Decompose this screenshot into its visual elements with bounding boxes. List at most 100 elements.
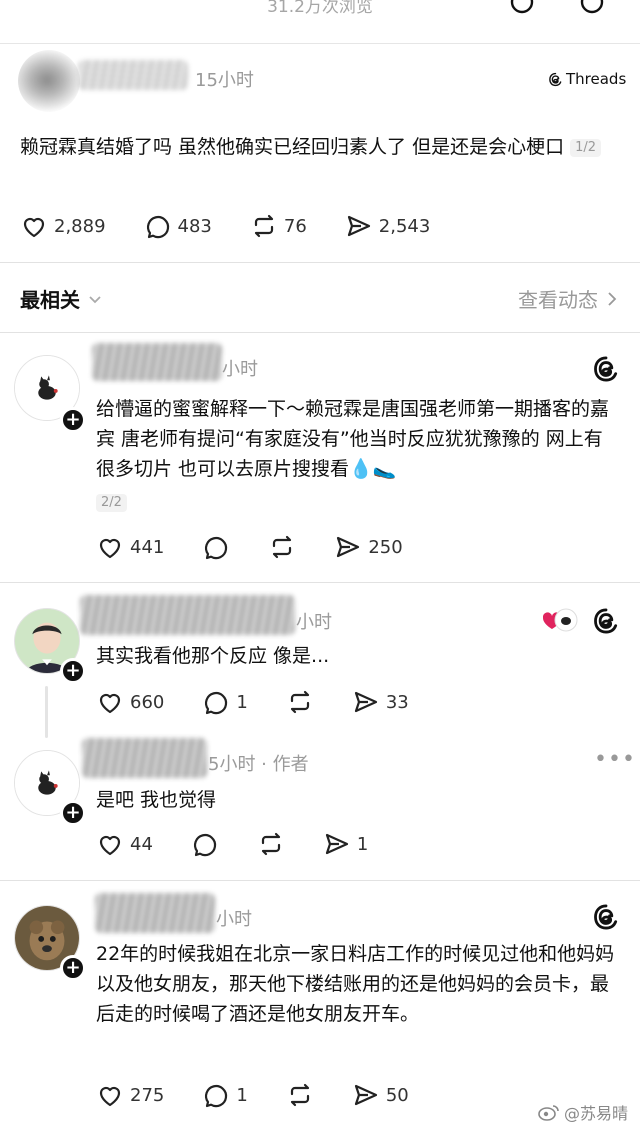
threads-source[interactable]: Threads (548, 70, 626, 88)
comment-count: 1 (236, 1084, 248, 1106)
weibo-logo-icon (538, 1105, 559, 1121)
top-bar: 31.2万次浏览 (0, 0, 640, 44)
threads-logo-icon (549, 72, 562, 86)
reply-actions: 441 250 (96, 533, 403, 561)
more-icon[interactable] (578, 0, 606, 16)
like-count: 275 (130, 1084, 165, 1106)
repost-button[interactable] (268, 533, 296, 561)
post-actions: 2,889 483 76 2,543 (20, 212, 430, 240)
red-heart-icon (542, 608, 578, 632)
reply-text: 给懵逼的蜜蜜解释一下～赖冠霖是唐国强老师第一期播客的嘉宾 唐老师有提问“有家庭没… (96, 394, 616, 514)
comment-count: 1 (236, 691, 248, 713)
divider (0, 262, 640, 263)
reply-time: 5小时 · 作者 (208, 754, 309, 775)
comment-icon (146, 216, 169, 239)
send-icon (337, 536, 360, 558)
reply-time: 小时 (296, 612, 332, 633)
comment-icon (205, 1085, 228, 1108)
share-count: 50 (385, 1084, 409, 1106)
heart-icon (99, 693, 121, 714)
like-button[interactable]: 275 (96, 1081, 164, 1109)
send-icon (354, 691, 377, 713)
threads-logo-icon[interactable] (592, 355, 620, 383)
heart-icon (99, 1086, 121, 1107)
reply-time: 小时 (222, 359, 258, 380)
sort-dropdown[interactable]: 最相关 (20, 284, 104, 313)
comment-count: 483 (177, 215, 212, 237)
weibo-watermark: @苏易晴 (538, 1100, 628, 1124)
share-button[interactable]: 250 (334, 533, 403, 561)
reply-actions: 275 1 50 (96, 1081, 409, 1109)
like-button[interactable]: 44 (96, 830, 153, 858)
share-count: 1 (356, 833, 369, 855)
repost-icon (273, 535, 292, 559)
heart-icon (23, 217, 45, 238)
divider (0, 880, 640, 881)
comment-icon (193, 834, 217, 857)
threads-label: Threads (566, 70, 627, 88)
like-button[interactable]: 660 (96, 688, 164, 716)
like-count: 660 (130, 691, 165, 713)
author-avatar[interactable] (18, 50, 80, 112)
share-count: 2,543 (378, 215, 431, 237)
repost-icon (261, 832, 281, 856)
repost-icon (254, 214, 273, 238)
reply-text: 其实我看他那个反应 像是... (96, 645, 330, 667)
share-button[interactable]: 1 (323, 830, 368, 858)
post-text: 赖冠霖真结婚了吗 虽然他确实已经回归素人了 但是还是会心梗口 1/2 (20, 132, 620, 162)
send-icon (347, 215, 370, 237)
follow-plus-button[interactable]: + (60, 658, 86, 684)
follow-plus-button[interactable]: + (60, 955, 86, 981)
like-count: 44 (130, 833, 153, 855)
chevron-right-icon (608, 291, 617, 306)
comment-button[interactable]: 483 (144, 212, 212, 240)
divider (0, 582, 640, 583)
comment-icon (205, 692, 228, 715)
threads-logo-icon[interactable] (592, 607, 620, 635)
sort-bar: 最相关 查看动态 (0, 270, 640, 326)
view-activity-label: 查看动态 (518, 288, 598, 312)
follow-plus-button[interactable]: + (60, 407, 86, 433)
chevron-down-icon (89, 295, 101, 303)
blurred-username (95, 893, 215, 933)
comment-button[interactable] (202, 533, 230, 561)
like-button[interactable]: 2,889 (20, 212, 106, 240)
repost-button[interactable] (257, 830, 285, 858)
view-activity-link[interactable]: 查看动态 (518, 284, 620, 313)
heart-icon (99, 538, 121, 559)
post-text-body: 赖冠霖真结婚了吗 虽然他确实已经回归素人了 但是还是会心梗口 (20, 136, 565, 158)
share-count: 250 (368, 536, 403, 558)
follow-plus-button[interactable]: + (60, 800, 86, 826)
threads-logo-icon[interactable] (592, 903, 620, 931)
repost-icon (290, 1083, 309, 1107)
repost-button[interactable] (286, 688, 314, 716)
comment-button[interactable]: 1 (202, 1081, 248, 1109)
like-count: 2,889 (54, 215, 106, 237)
thread-connector (45, 686, 48, 738)
comment-button[interactable]: 1 (202, 688, 248, 716)
divider (0, 332, 640, 333)
share-button[interactable]: 33 (352, 688, 409, 716)
heart-icon (99, 835, 121, 856)
comment-button[interactable] (191, 830, 219, 858)
activity-icon[interactable] (508, 0, 536, 16)
repost-button[interactable]: 76 (250, 212, 307, 240)
blurred-username (92, 343, 222, 381)
post-time: 15小时 (195, 70, 254, 91)
sort-label: 最相关 (20, 288, 80, 312)
like-button[interactable]: 441 (96, 533, 164, 561)
blurred-username (82, 738, 207, 778)
reply-text-body: 给懵逼的蜜蜜解释一下～赖冠霖是唐国强老师第一期播客的嘉宾 唐老师有提问“有家庭没… (96, 398, 610, 480)
share-button[interactable]: 50 (352, 1081, 409, 1109)
more-options-icon[interactable]: ••• (594, 747, 636, 772)
comment-icon (205, 537, 228, 560)
post-pager: 1/2 (570, 138, 602, 157)
reply-actions: 660 1 33 (96, 688, 409, 716)
repost-button[interactable] (286, 1081, 314, 1109)
send-icon (354, 1084, 377, 1106)
share-button[interactable]: 2,543 (345, 212, 431, 240)
liked-by-author-badge (540, 607, 578, 633)
view-count: 31.2万次浏览 (267, 0, 373, 17)
reply-text: 是吧 我也觉得 (96, 789, 217, 811)
reply-text: 22年的时候我姐在北京一家日料店工作的时候见过他和他妈妈以及他女朋友，那天他下楼… (96, 943, 615, 1025)
